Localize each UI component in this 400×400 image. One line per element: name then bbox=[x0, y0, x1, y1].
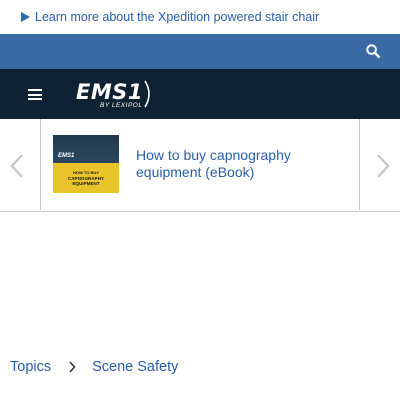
promo-link[interactable]: Learn more about the Xpedition powered s… bbox=[35, 10, 319, 24]
search-bar bbox=[0, 34, 400, 69]
ems1-logo[interactable]: EMS1 BY LEXIPOL bbox=[76, 78, 158, 112]
breadcrumb-topics[interactable]: Topics bbox=[10, 359, 51, 375]
logo-sub-text: BY LEXIPOL bbox=[100, 102, 143, 109]
breadcrumb-scene-safety[interactable]: Scene Safety bbox=[92, 359, 178, 375]
main-navbar bbox=[0, 69, 400, 119]
carousel-slide[interactable]: EMS1 HOW TO BUY CAPNOGRAPHY EQUIPMENT Ho… bbox=[40, 119, 360, 210]
chevron-right-icon[interactable] bbox=[376, 153, 390, 179]
play-triangle-icon bbox=[21, 12, 30, 22]
search-icon[interactable] bbox=[366, 44, 380, 58]
logo-bracket-icon bbox=[144, 80, 150, 108]
chevron-left-icon[interactable] bbox=[10, 153, 24, 179]
chevron-right-small-icon bbox=[69, 361, 76, 373]
content-carousel: EMS1 HOW TO BUY CAPNOGRAPHY EQUIPMENT Ho… bbox=[0, 119, 400, 212]
thumbnail-line-3: EQUIPMENT bbox=[72, 181, 100, 186]
hamburger-menu-icon[interactable] bbox=[28, 89, 42, 100]
thumbnail-band: HOW TO BUY CAPNOGRAPHY EQUIPMENT bbox=[53, 163, 119, 193]
promo-bar: Learn more about the Xpedition powered s… bbox=[0, 0, 400, 34]
slide-thumbnail: EMS1 HOW TO BUY CAPNOGRAPHY EQUIPMENT bbox=[53, 135, 119, 193]
logo-main-text: EMS1 bbox=[76, 80, 143, 104]
breadcrumb: Topics Scene Safety bbox=[10, 356, 178, 378]
thumbnail-brand: EMS1 bbox=[58, 153, 75, 159]
slide-title-link[interactable]: How to buy capnography equipment (eBook) bbox=[136, 147, 346, 181]
thumbnail-line-1: HOW TO BUY bbox=[73, 170, 99, 175]
